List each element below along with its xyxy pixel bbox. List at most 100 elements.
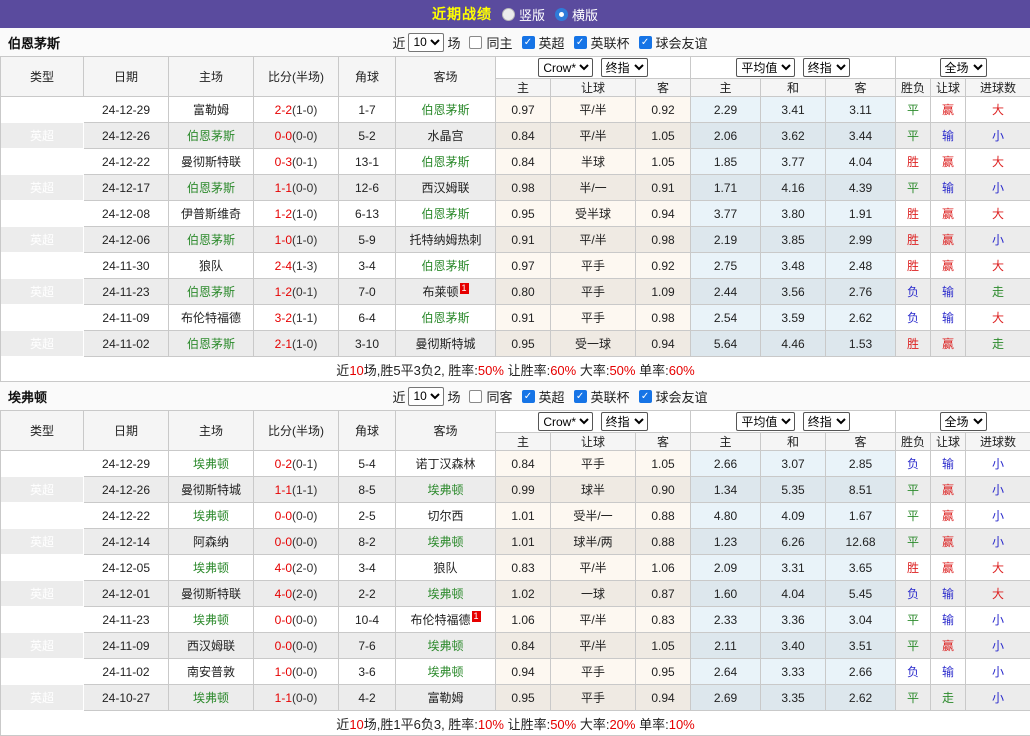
league-cell[interactable]: 英超 [1,607,84,633]
home-team-cell[interactable]: 南安普敦 [169,659,254,685]
crown-away-odds: 0.94 [636,201,692,227]
halftime-score: (1-3) [292,258,318,273]
away-team-cell[interactable]: 狼队 [396,555,496,581]
away-team-cell[interactable]: 切尔西 [396,503,496,529]
same-venue-checkbox[interactable] [469,35,483,49]
fulltime-score: 1-1 [274,482,292,497]
full-match-select[interactable]: 全场 [939,58,987,77]
radio-unchecked-icon[interactable] [501,7,515,21]
away-team-cell[interactable]: 托特纳姆热刺 [396,227,496,253]
away-team-cell[interactable]: 伯恩茅斯 [396,149,496,175]
league-cup-checkbox[interactable] [573,389,587,403]
league-epl-checkbox[interactable] [521,389,535,403]
league-cell[interactable]: 英超 [1,201,84,227]
league-cell[interactable]: 英超 [1,555,84,581]
score-cell: 2-4(1-3) [254,253,339,279]
league-cell[interactable]: 英超 [1,451,84,477]
crown-ref-select[interactable]: 终指 [600,58,648,77]
home-team-cell[interactable]: 阿森纳 [169,529,254,555]
away-team-cell[interactable]: 伯恩茅斯 [396,305,496,331]
recent-count-select[interactable]: 10 [408,32,445,52]
away-team-cell[interactable]: 埃弗顿 [396,581,496,607]
radio-horizontal-label: 横版 [572,7,599,23]
away-team-cell[interactable]: 埃弗顿 [396,477,496,503]
result-handicap: 赢 [931,253,967,279]
league-cell[interactable]: 英超 [1,503,84,529]
away-team-cell[interactable]: 埃弗顿 [396,529,496,555]
date-cell: 24-12-26 [84,477,169,503]
league-cell[interactable]: 英超 [1,227,84,253]
radio-horizontal-layout[interactable]: 横版 [555,5,598,24]
away-team-cell[interactable]: 富勒姆 [396,685,496,711]
same-venue-checkbox[interactable] [469,389,483,403]
recent-count-select[interactable]: 10 [408,386,445,406]
match-row: 英超 24-12-22 埃弗顿 0-0(0-0) 2-5 切尔西 1.01 受半/一 0.88 4… [1,503,1030,529]
away-team-cell[interactable]: 伯恩茅斯 [396,201,496,227]
league-cup-checkbox[interactable] [573,35,587,49]
away-team-cell[interactable]: 诺丁汉森林 [396,451,496,477]
subcol-crown-handicap: 让球 [551,79,636,97]
home-team-cell[interactable]: 埃弗顿 [169,503,254,529]
away-team-name: 埃弗顿 [427,665,464,679]
league-cell[interactable]: 英超 [1,581,84,607]
league-cell[interactable]: 英超 [1,331,84,357]
home-team-cell[interactable]: 曼彻斯特联 [169,581,254,607]
away-team-cell[interactable]: 水晶宫 [396,123,496,149]
radio-checked-icon[interactable] [555,7,568,21]
home-team-cell[interactable]: 伯恩茅斯 [169,331,254,357]
avg-ref-select[interactable]: 终指 [802,58,850,77]
league-cell[interactable]: 英超 [1,477,84,503]
crown-ref-select[interactable]: 终指 [600,412,648,431]
avg-bookmaker-select[interactable]: 平均值 [736,58,796,77]
away-team-cell[interactable]: 布莱顿 1 [396,279,496,305]
home-team-cell[interactable]: 埃弗顿 [169,685,254,711]
home-team-cell[interactable]: 西汉姆联 [169,633,254,659]
result-handicap: 输 [931,305,967,331]
crown-handicap: 受半球 [551,201,636,227]
avg-ref-select[interactable]: 终指 [802,412,850,431]
league-cell[interactable]: 英超 [1,659,84,685]
home-team-cell[interactable]: 布伦特福德 [169,305,254,331]
result-handicap: 输 [931,175,967,201]
away-team-cell[interactable]: 伯恩茅斯 [396,97,496,123]
home-team-cell[interactable]: 埃弗顿 [169,607,254,633]
home-team-cell[interactable]: 伯恩茅斯 [169,175,254,201]
away-team-cell[interactable]: 埃弗顿 [396,633,496,659]
league-cell[interactable]: 英超 [1,253,84,279]
league-friendly-checkbox[interactable] [638,35,652,49]
league-friendly-checkbox[interactable] [638,389,652,403]
score-cell: 0-2(0-1) [254,451,339,477]
date-cell: 24-11-09 [84,633,169,659]
league-cell[interactable]: 英超 [1,305,84,331]
full-match-select[interactable]: 全场 [939,412,987,431]
home-team-cell[interactable]: 埃弗顿 [169,451,254,477]
league-cell[interactable]: 英超 [1,149,84,175]
league-cell[interactable]: 英超 [1,175,84,201]
result-outcome: 负 [896,451,932,477]
league-cell[interactable]: 英超 [1,633,84,659]
league-cell[interactable]: 英超 [1,529,84,555]
league-cell[interactable]: 英超 [1,685,84,711]
crown-bookmaker-select[interactable]: Crow* [538,58,594,77]
home-team-cell[interactable]: 富勒姆 [169,97,254,123]
home-team-cell[interactable]: 伯恩茅斯 [169,123,254,149]
home-team-cell[interactable]: 伊普斯维奇 [169,201,254,227]
away-team-cell[interactable]: 西汉姆联 [396,175,496,201]
radio-vertical-layout[interactable]: 竖版 [501,5,545,24]
league-epl-checkbox[interactable] [521,35,535,49]
crown-bookmaker-select[interactable]: Crow* [538,412,594,431]
away-team-cell[interactable]: 布伦特福德 1 [396,607,496,633]
home-team-cell[interactable]: 曼彻斯特城 [169,477,254,503]
avg-bookmaker-select[interactable]: 平均值 [736,412,796,431]
away-team-cell[interactable]: 埃弗顿 [396,659,496,685]
home-team-cell[interactable]: 狼队 [169,253,254,279]
league-cell[interactable]: 英超 [1,97,84,123]
away-team-cell[interactable]: 曼彻斯特城 [396,331,496,357]
home-team-cell[interactable]: 埃弗顿 [169,555,254,581]
league-cell[interactable]: 英超 [1,123,84,149]
home-team-cell[interactable]: 伯恩茅斯 [169,279,254,305]
home-team-cell[interactable]: 伯恩茅斯 [169,227,254,253]
away-team-cell[interactable]: 伯恩茅斯 [396,253,496,279]
league-cell[interactable]: 英超 [1,279,84,305]
home-team-cell[interactable]: 曼彻斯特联 [169,149,254,175]
